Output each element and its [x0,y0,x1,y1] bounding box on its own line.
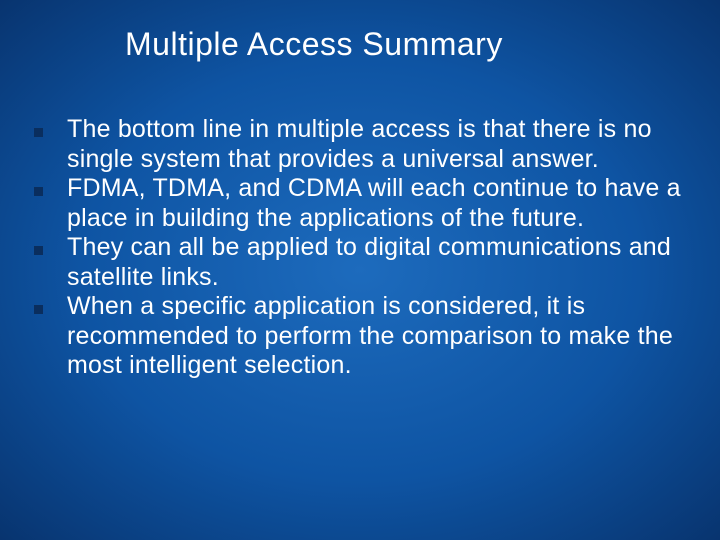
slide: Multiple Access Summary The bottom line … [0,0,720,540]
bullet-text: When a specific application is considere… [67,292,696,381]
slide-content: The bottom line in multiple access is th… [28,115,696,381]
square-bullet-icon [34,305,43,314]
square-bullet-icon [34,187,43,196]
bullet-text: They can all be applied to digital commu… [67,233,696,292]
bullet-text: The bottom line in multiple access is th… [67,115,696,174]
square-bullet-icon [34,128,43,137]
list-item: When a specific application is considere… [28,292,696,381]
square-bullet-icon [34,246,43,255]
slide-title: Multiple Access Summary [0,0,720,63]
list-item: FDMA, TDMA, and CDMA will each continue … [28,174,696,233]
list-item: The bottom line in multiple access is th… [28,115,696,174]
list-item: They can all be applied to digital commu… [28,233,696,292]
bullet-text: FDMA, TDMA, and CDMA will each continue … [67,174,696,233]
